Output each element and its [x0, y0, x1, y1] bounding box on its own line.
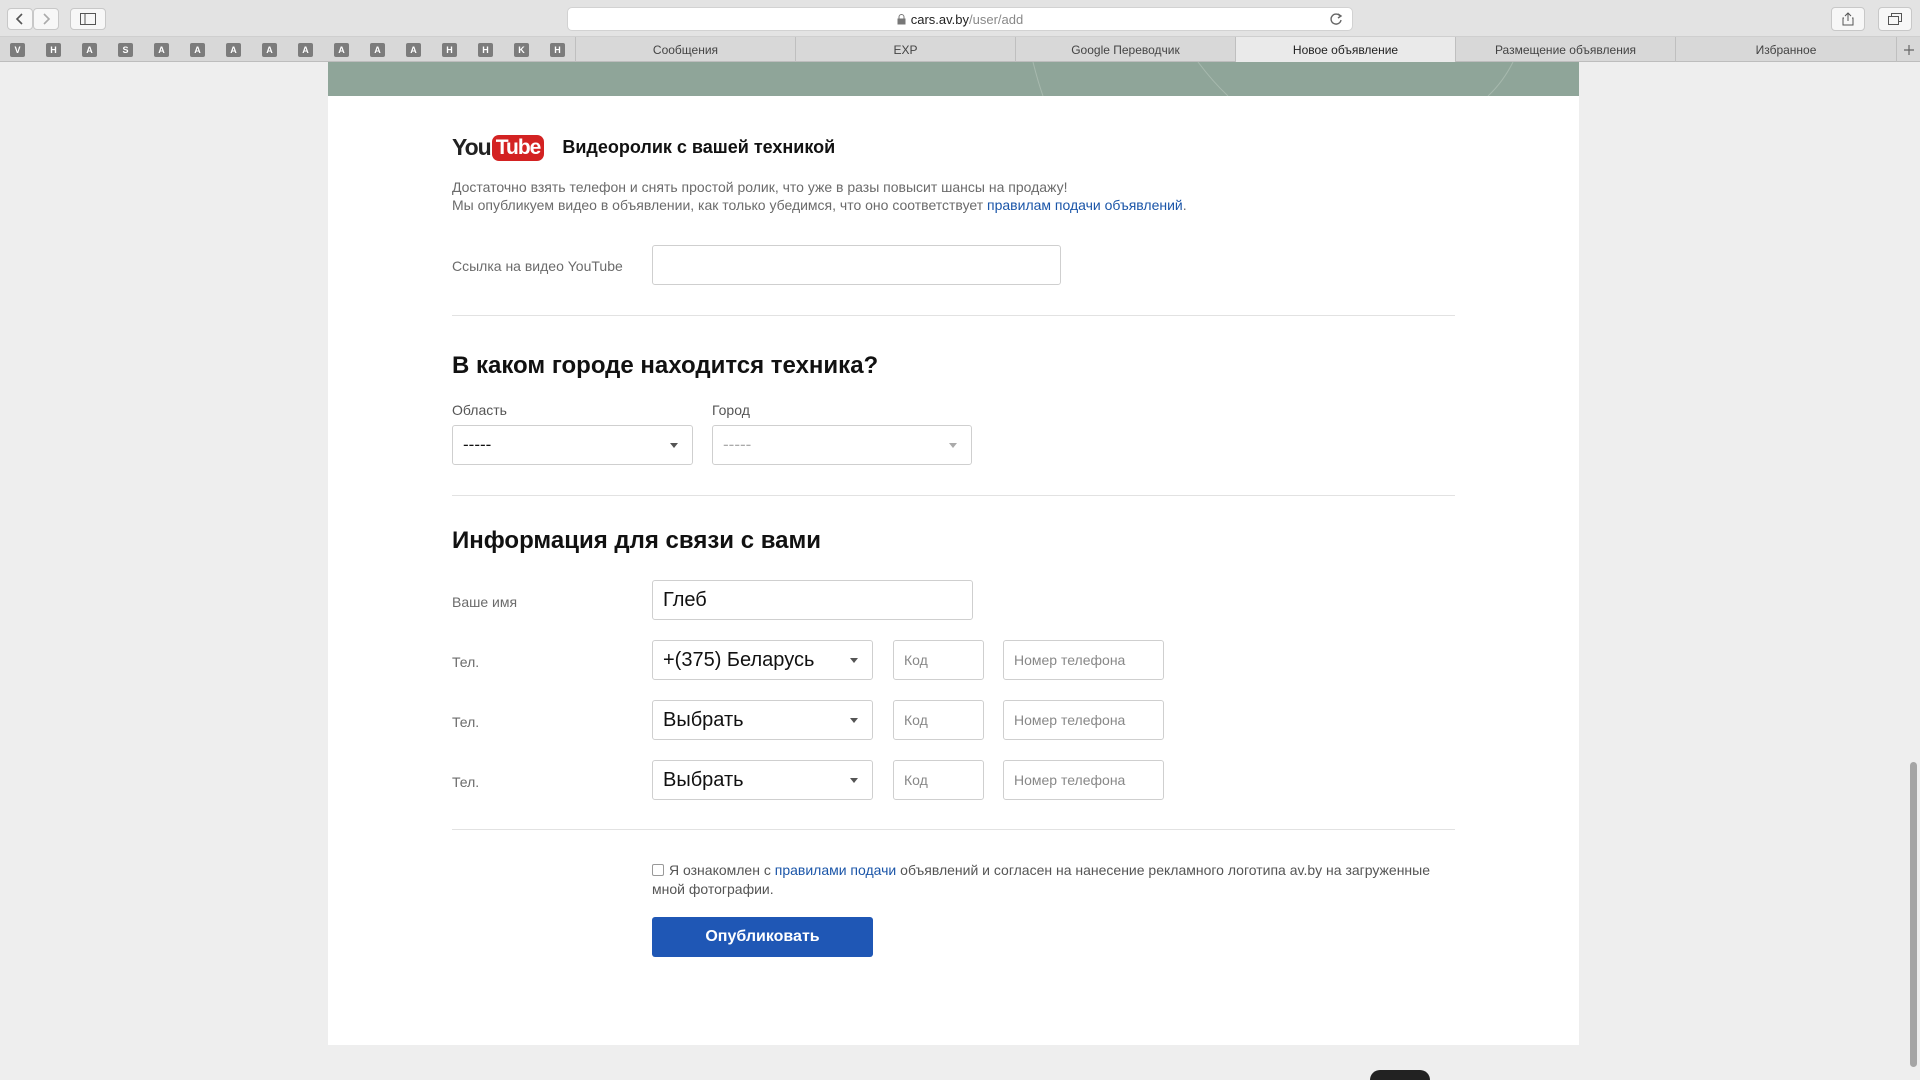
favorite-shortcut[interactable]: A	[298, 43, 313, 57]
chevron-left-icon	[15, 13, 23, 25]
favorite-shortcut[interactable]: A	[226, 43, 241, 57]
lock-icon	[897, 13, 906, 24]
region-select-value: -----	[463, 435, 492, 454]
city-select-value: -----	[723, 435, 752, 454]
tab-listing-placement[interactable]: Размещение объявления	[1455, 37, 1675, 62]
publish-button[interactable]: Опубликовать	[652, 917, 873, 957]
tab-google-translate[interactable]: Google Переводчик	[1015, 37, 1235, 62]
chevron-down-icon	[850, 718, 858, 723]
favorite-shortcut[interactable]: A	[82, 43, 97, 57]
phone-label: Тел.	[452, 714, 480, 730]
chevron-down-icon	[850, 778, 858, 783]
decorative-banner	[328, 62, 1579, 96]
region-label: Область	[452, 402, 507, 418]
phone-code-input[interactable]: Код	[893, 700, 984, 740]
tab-messages[interactable]: Сообщения	[575, 37, 795, 62]
video-section-title: Видеоролик с вашей техникой	[562, 137, 836, 157]
section-divider	[452, 829, 1455, 830]
favorite-shortcut[interactable]: S	[118, 43, 133, 57]
browser-toolbar: cars.av.by/user/add	[0, 0, 1920, 37]
rules-link[interactable]: правилам подачи объявлений	[987, 197, 1183, 213]
section-divider	[452, 315, 1455, 316]
phone-code-input[interactable]: Код	[893, 760, 984, 800]
name-input[interactable]: Глеб	[652, 580, 973, 620]
favorite-shortcut[interactable]: A	[334, 43, 349, 57]
agreement-checkbox[interactable]	[652, 864, 664, 876]
phone-country-value: +(375) Беларусь	[663, 648, 815, 671]
favorite-shortcut[interactable]: A	[370, 43, 385, 57]
video-description-line1: Достаточно взять телефон и снять простой…	[452, 179, 1068, 195]
favorite-shortcut[interactable]: K	[514, 43, 529, 57]
video-description-text: Мы опубликуем видео в объявлении, как то…	[452, 197, 988, 213]
url-path: /user/add	[969, 11, 1024, 27]
back-button[interactable]	[7, 8, 33, 30]
contact-heading: Информация для связи с вами	[452, 527, 821, 554]
phone-label: Тел.	[452, 654, 480, 670]
phone-number-input[interactable]: Номер телефона	[1003, 700, 1164, 740]
city-label: Город	[712, 402, 750, 418]
favorite-shortcut[interactable]: A	[406, 43, 421, 57]
favorite-shortcut[interactable]: H	[550, 43, 565, 57]
favorite-shortcut[interactable]: A	[262, 43, 277, 57]
favorites-tabs-bar: V H A S A A A A A A A A H H K H Сообщени…	[0, 37, 1920, 62]
video-section-header: You Tube Видеоролик с вашей техникой	[452, 134, 835, 161]
reload-icon[interactable]	[1329, 12, 1343, 26]
youtube-logo-you: You	[452, 134, 492, 160]
chevron-right-icon	[43, 13, 51, 25]
favorite-shortcut[interactable]: H	[442, 43, 457, 57]
chevron-down-icon	[670, 443, 678, 448]
rules-link[interactable]: правилами подачи	[775, 862, 897, 878]
favorite-shortcut[interactable]: V	[10, 43, 25, 57]
phone-country-value: Выбрать	[663, 708, 744, 731]
share-button[interactable]	[1831, 7, 1865, 31]
favorite-shortcut[interactable]: H	[46, 43, 61, 57]
page-card: You Tube Видеоролик с вашей техникой Дос…	[328, 62, 1579, 1045]
tabs-icon	[1888, 13, 1902, 25]
tab-new-listing[interactable]: Новое объявление	[1235, 37, 1455, 62]
new-tab-button[interactable]	[1896, 37, 1920, 62]
phone-number-input[interactable]: Номер телефона	[1003, 640, 1164, 680]
phone-country-select[interactable]: Выбрать	[652, 700, 873, 740]
section-divider	[452, 495, 1455, 496]
youtube-logo: You Tube	[452, 134, 545, 161]
favorite-shortcut[interactable]: A	[190, 43, 205, 57]
video-description-line2: Мы опубликуем видео в объявлении, как то…	[452, 196, 1187, 214]
favorite-shortcut[interactable]: H	[478, 43, 493, 57]
sidebar-icon	[80, 13, 96, 25]
location-heading: В каком городе находится техника?	[452, 352, 879, 379]
page-scrollbar[interactable]	[1908, 62, 1920, 1080]
plus-icon	[1903, 44, 1914, 55]
video-description-period: .	[1182, 197, 1187, 213]
phone-country-select[interactable]: +(375) Беларусь	[652, 640, 873, 680]
phone-country-select[interactable]: Выбрать	[652, 760, 873, 800]
share-icon	[1842, 12, 1854, 26]
youtube-logo-tube: Tube	[491, 134, 545, 161]
tab-favorites[interactable]: Избранное	[1675, 37, 1896, 62]
favorite-shortcut[interactable]: A	[154, 43, 169, 57]
agreement-text: Я ознакомлен с правилами подачи объявлен…	[652, 861, 1442, 899]
chevron-down-icon	[949, 443, 957, 448]
forward-button[interactable]	[33, 8, 59, 30]
youtube-link-label: Ссылка на видео YouTube	[452, 258, 623, 274]
tabs-overview-button[interactable]	[1878, 7, 1912, 31]
chevron-down-icon	[850, 658, 858, 663]
phone-code-input[interactable]: Код	[893, 640, 984, 680]
phone-label: Тел.	[452, 774, 480, 790]
sidebar-toggle-button[interactable]	[70, 8, 106, 30]
video-description: Достаточно взять телефон и снять простой…	[452, 178, 1187, 214]
agreement-prefix: Я ознакомлен с	[669, 862, 775, 878]
url-host: cars.av.by	[910, 11, 970, 27]
phone-country-value: Выбрать	[663, 768, 744, 791]
youtube-link-input[interactable]	[652, 245, 1061, 285]
phone-number-input[interactable]: Номер телефона	[1003, 760, 1164, 800]
decorative-shape	[1370, 1070, 1430, 1080]
scrollbar-thumb[interactable]	[1910, 762, 1917, 1067]
name-label: Ваше имя	[452, 594, 518, 610]
tab-exp[interactable]: EXP	[795, 37, 1015, 62]
region-select[interactable]: -----	[452, 425, 693, 465]
city-select[interactable]: -----	[712, 425, 972, 465]
address-bar[interactable]: cars.av.by/user/add	[567, 7, 1353, 31]
